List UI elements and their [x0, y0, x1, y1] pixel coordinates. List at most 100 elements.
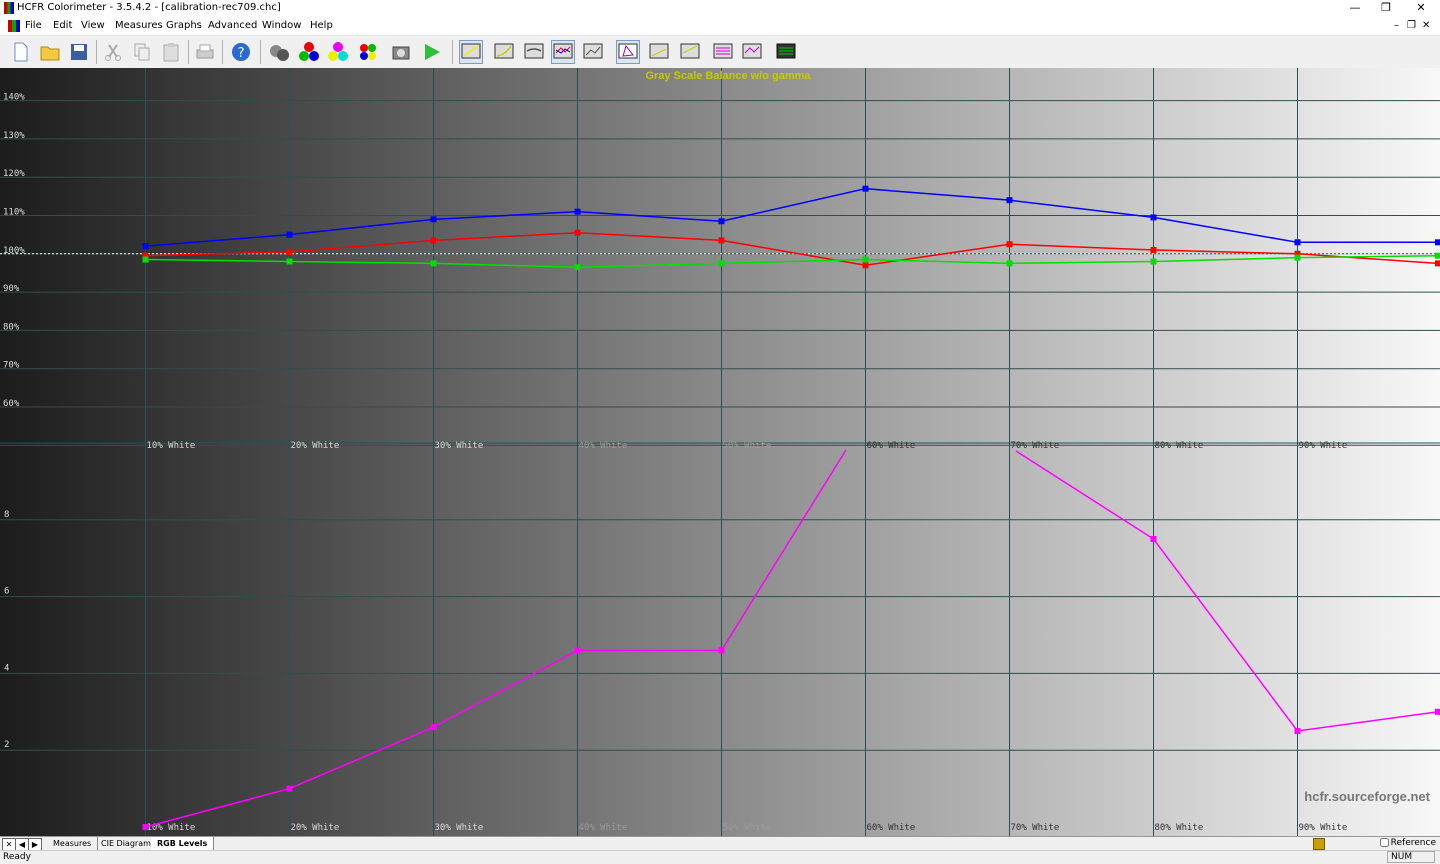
- data-point: [1295, 728, 1301, 734]
- menu-edit[interactable]: Edit: [53, 20, 72, 31]
- saturation-luma-icon[interactable]: [712, 41, 734, 63]
- paste-icon[interactable]: [160, 41, 182, 63]
- data-point: [719, 237, 725, 243]
- category-label: 90% White: [1299, 823, 1348, 833]
- menu-help[interactable]: Help: [310, 20, 333, 31]
- data-point: [1007, 197, 1013, 203]
- bottom-category-labels: 10% White20% White30% White40% White50% …: [147, 823, 1348, 833]
- menu-window[interactable]: Window: [262, 20, 301, 31]
- data-point: [719, 260, 725, 266]
- category-label: 50% White: [723, 823, 772, 833]
- menu-measures[interactable]: Measures: [115, 20, 163, 31]
- delta-e-graph-icon[interactable]: [582, 41, 604, 63]
- data-point: [431, 216, 437, 222]
- data-point: [431, 260, 437, 266]
- near-black-icon[interactable]: [648, 41, 670, 63]
- restore-icon[interactable]: ❐: [1371, 0, 1401, 17]
- data-point: [1295, 239, 1301, 245]
- camera-icon[interactable]: [390, 41, 412, 63]
- menu-file[interactable]: File: [25, 20, 42, 31]
- close-icon[interactable]: ✕: [1406, 0, 1436, 17]
- play-icon[interactable]: [421, 41, 443, 63]
- secondaries-icon[interactable]: [327, 41, 349, 63]
- category-label: 20% White: [291, 441, 340, 451]
- mdi-minimize-icon[interactable]: –: [1394, 20, 1399, 31]
- near-white-icon[interactable]: [679, 41, 701, 63]
- data-point: [575, 230, 581, 236]
- help-icon[interactable]: ?: [230, 41, 252, 63]
- category-label: 30% White: [435, 441, 484, 451]
- cut-icon[interactable]: [102, 41, 124, 63]
- data-point: [1151, 247, 1157, 253]
- warning-icon: [1313, 838, 1325, 850]
- data-point: [431, 724, 437, 730]
- data-point: [719, 647, 725, 653]
- y-tick-label: 2: [4, 740, 9, 750]
- y-tick-label: 4: [4, 663, 9, 673]
- category-label: 20% White: [291, 823, 340, 833]
- rgb-primaries-icon[interactable]: [298, 41, 320, 63]
- y-tick-label: 90%: [3, 284, 20, 294]
- menu-view[interactable]: View: [81, 20, 105, 31]
- data-point: [1435, 709, 1440, 715]
- data-point: [1435, 260, 1440, 266]
- status-text: Ready: [3, 852, 31, 862]
- app-icon: [4, 2, 14, 14]
- window-title: HCFR Colorimeter - 3.5.4.2 - [calibratio…: [17, 2, 281, 13]
- status-bar: Ready NUM: [0, 850, 1440, 864]
- category-label: 70% White: [1011, 441, 1060, 451]
- luminance-graph-icon[interactable]: [459, 40, 483, 64]
- tab-measures[interactable]: Measures: [47, 837, 98, 850]
- cie-diagram-icon[interactable]: [616, 40, 640, 64]
- menu-graphs[interactable]: Graphs: [166, 20, 202, 31]
- temperature-graph-icon[interactable]: [523, 41, 545, 63]
- category-label: 40% White: [579, 823, 628, 833]
- document-icon[interactable]: [8, 20, 20, 32]
- tab-cie-diagram[interactable]: CIE Diagram: [95, 837, 158, 850]
- rgb-levels-chart[interactable]: 60%70%80%90%100%110%120%130%140% 2468 10…: [0, 68, 1440, 836]
- data-point: [719, 218, 725, 224]
- y-tick-label: 8: [4, 510, 9, 520]
- new-document-icon[interactable]: [10, 41, 32, 63]
- toolbar: ?: [0, 36, 1440, 68]
- category-label: 70% White: [1011, 823, 1060, 833]
- chart-title: Gray Scale Balance w/o gamma: [645, 70, 811, 82]
- category-label: 10% White: [147, 441, 196, 451]
- data-point: [1007, 260, 1013, 266]
- print-icon[interactable]: [194, 41, 216, 63]
- reference-checkbox-input[interactable]: [1380, 838, 1389, 847]
- data-point: [1151, 214, 1157, 220]
- mdi-restore-icon[interactable]: ❐: [1407, 20, 1416, 31]
- toolbar-separator: [260, 40, 261, 64]
- svg-text:?: ?: [237, 46, 245, 61]
- data-point: [575, 647, 581, 653]
- save-icon[interactable]: [68, 41, 90, 63]
- y-tick-label: 80%: [3, 322, 20, 332]
- measures-grid-icon[interactable]: [775, 41, 797, 63]
- y-tick-label: 140%: [3, 93, 25, 103]
- menu-advanced[interactable]: Advanced: [208, 20, 257, 31]
- saturation-shift-icon[interactable]: [741, 41, 763, 63]
- category-label: 30% White: [435, 823, 484, 833]
- chart-background: [0, 68, 1440, 836]
- copy-icon[interactable]: [131, 41, 153, 63]
- gray-scale-icon[interactable]: [357, 41, 379, 63]
- category-label: 60% White: [867, 441, 916, 451]
- title-bar: HCFR Colorimeter - 3.5.4.2 - [calibratio…: [0, 0, 1440, 17]
- data-point: [1295, 255, 1301, 261]
- open-folder-icon[interactable]: [39, 41, 61, 63]
- y-tick-label: 60%: [3, 399, 20, 409]
- sensor-icon[interactable]: [268, 41, 290, 63]
- data-point: [1007, 241, 1013, 247]
- toolbar-separator: [96, 40, 97, 64]
- rgb-levels-graph-icon[interactable]: [551, 40, 575, 64]
- y-tick-label: 110%: [3, 208, 25, 218]
- gamma-graph-icon[interactable]: [493, 41, 515, 63]
- reference-checkbox[interactable]: Reference: [1380, 838, 1436, 848]
- y-tick-label: 130%: [3, 131, 25, 141]
- tab-rgb-levels[interactable]: RGB Levels: [151, 837, 214, 850]
- watermark: hcfr.sourceforge.net: [1304, 789, 1430, 804]
- mdi-close-icon[interactable]: ✕: [1422, 20, 1430, 31]
- num-lock-indicator: NUM: [1387, 851, 1435, 863]
- minimize-icon[interactable]: —: [1340, 0, 1370, 17]
